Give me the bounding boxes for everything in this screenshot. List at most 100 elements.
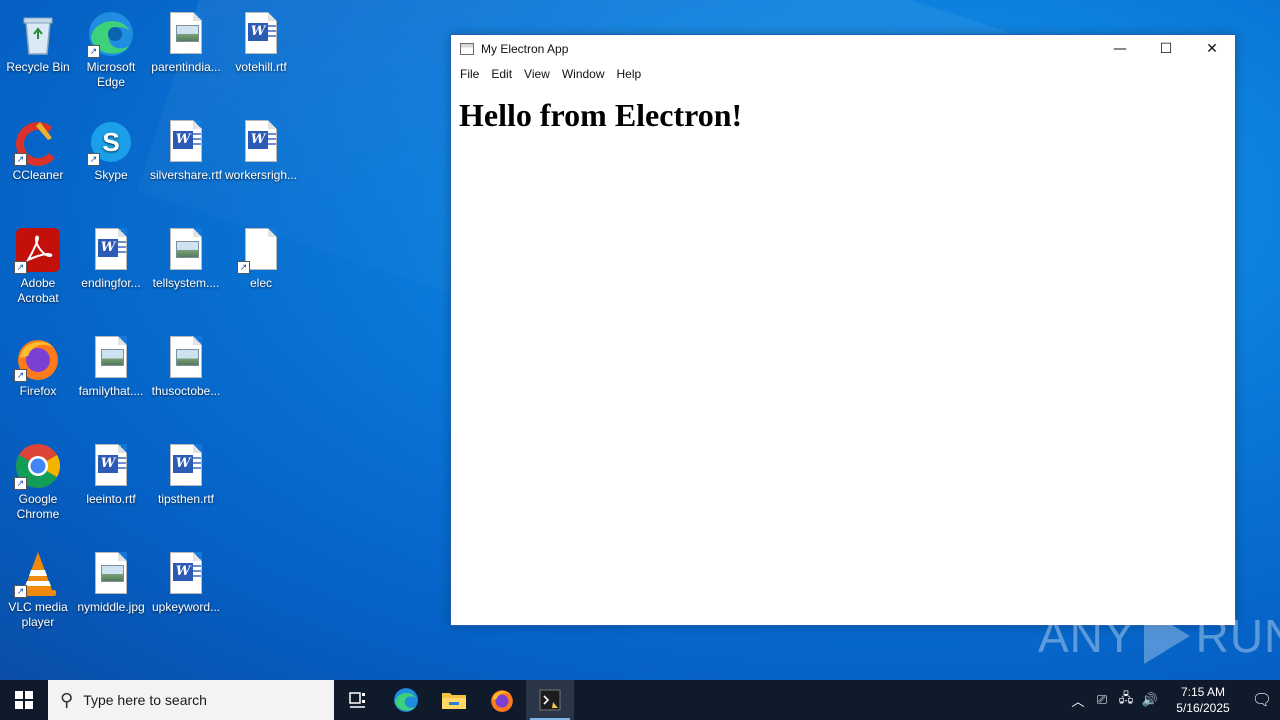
volume-icon[interactable]: 🔊: [1138, 692, 1162, 708]
shortcut-arrow-icon: ↗: [87, 153, 100, 166]
desktop-icon-label: workersrigh...: [224, 168, 298, 182]
menu-view[interactable]: View: [518, 63, 556, 85]
svg-text:S: S: [102, 127, 119, 157]
shortcut-arrow-icon: ↗: [14, 585, 27, 598]
shortcut-arrow-icon: ↗: [14, 477, 27, 490]
desktop-icon-file[interactable]: nymiddle.jpg: [73, 546, 149, 615]
maximize-button[interactable]: ☐: [1143, 35, 1189, 63]
window-title: My Electron App: [481, 42, 569, 56]
desktop-icon-elec[interactable]: ↗ elec: [223, 222, 299, 291]
desktop-icon-microsoft-edge[interactable]: ↗ Microsoft Edge: [73, 6, 149, 90]
window-content: Hello from Electron!: [451, 85, 1235, 146]
desktop-icon-label: tellsystem....: [152, 276, 220, 290]
image-file-icon: [87, 334, 135, 382]
app-window-icon: [460, 43, 474, 55]
desktop-icon-file[interactable]: W workersrigh...: [223, 114, 299, 183]
desktop-icon-adobe-acrobat[interactable]: ↗ Adobe Acrobat: [0, 222, 76, 306]
desktop-icon-file[interactable]: W votehill.rtf: [223, 6, 299, 75]
word-doc-icon: W: [162, 550, 210, 598]
desktop-icon-file[interactable]: W endingfor...: [73, 222, 149, 291]
chevron-up-icon[interactable]: ︿: [1066, 691, 1090, 710]
desktop-icon-google-chrome[interactable]: ↗ Google Chrome: [0, 438, 76, 522]
desktop-icon-ccleaner[interactable]: ↗ CCleaner: [0, 114, 76, 183]
search-icon: ⚲: [60, 689, 74, 710]
taskbar-search-box[interactable]: ⚲ Type here to search: [48, 680, 334, 720]
taskbar-firefox-button[interactable]: [478, 680, 526, 720]
desktop-icon-label: nymiddle.jpg: [77, 600, 145, 614]
word-doc-icon: W: [162, 118, 210, 166]
watermark-text-right: RUN: [1195, 610, 1280, 662]
taskbar-edge-button[interactable]: [382, 680, 430, 720]
desktop-icon-file[interactable]: thusoctobe...: [148, 330, 224, 399]
edge-icon: [394, 688, 418, 712]
close-button[interactable]: ✕: [1189, 35, 1235, 63]
desktop-icon-label: Microsoft Edge: [86, 60, 136, 89]
vlc-icon: ↗: [14, 550, 62, 598]
play-icon: [1143, 608, 1190, 664]
image-file-icon: [162, 10, 210, 58]
menu-window[interactable]: Window: [556, 63, 611, 85]
network-icon[interactable]: 🖧: [1114, 689, 1138, 711]
desktop-icon-label: elec: [249, 276, 272, 290]
desktop-icon-label: votehill.rtf: [235, 60, 287, 74]
desktop-icon-label: upkeyword...: [151, 600, 221, 614]
file-explorer-icon: [442, 693, 466, 709]
taskbar-file-explorer-button[interactable]: [430, 680, 478, 720]
menu-edit[interactable]: Edit: [485, 63, 518, 85]
desktop-icon-file[interactable]: tellsystem....: [148, 222, 224, 291]
taskbar-electron-app-button[interactable]: [526, 680, 574, 720]
desktop: Recycle Bin ↗ CCleaner ↗ Adobe Acrobat ↗…: [0, 0, 1280, 680]
shortcut-arrow-icon: ↗: [14, 261, 27, 274]
device-icon[interactable]: ⎚: [1090, 692, 1114, 708]
search-placeholder: Type here to search: [83, 692, 207, 708]
minimize-button[interactable]: —: [1097, 35, 1143, 63]
windows-logo-icon: [15, 691, 33, 709]
desktop-icon-vlc[interactable]: ↗ VLC media player: [0, 546, 76, 630]
clock-time: 7:15 AM: [1180, 685, 1226, 699]
desktop-icon-skype[interactable]: S ↗ Skype: [73, 114, 149, 183]
desktop-icon-label: parentindia...: [151, 60, 221, 74]
blank-file-icon: ↗: [237, 226, 285, 274]
desktop-icon-label: Firefox: [19, 384, 57, 398]
task-view-button[interactable]: [334, 680, 382, 720]
watermark-text-left: ANY: [1038, 610, 1136, 662]
menu-bar: File Edit View Window Help: [451, 63, 1235, 85]
shortcut-arrow-icon: ↗: [14, 369, 27, 382]
desktop-icon-label: Skype: [94, 168, 128, 182]
notification-icon[interactable]: 🗨: [1244, 690, 1280, 710]
menu-help[interactable]: Help: [611, 63, 648, 85]
electron-app-icon: [539, 689, 561, 711]
desktop-icon-label: silvershare.rtf: [149, 168, 223, 182]
window-titlebar[interactable]: My Electron App — ☐ ✕: [451, 35, 1235, 63]
desktop-icon-label: tipsthen.rtf: [157, 492, 215, 506]
menu-file[interactable]: File: [454, 63, 485, 85]
clock-date: 5/16/2025: [1176, 701, 1230, 715]
image-file-icon: [87, 550, 135, 598]
word-doc-icon: W: [87, 226, 135, 274]
desktop-icon-firefox[interactable]: ↗ Firefox: [0, 330, 76, 399]
ccleaner-icon: ↗: [14, 118, 62, 166]
desktop-icon-file[interactable]: parentindia...: [148, 6, 224, 75]
desktop-icon-file[interactable]: W silvershare.rtf: [148, 114, 224, 183]
desktop-icon-file[interactable]: W leeinto.rtf: [73, 438, 149, 507]
desktop-icon-label: Google Chrome: [16, 492, 60, 521]
system-tray: ︿ ⎚ 🖧 🔊 7:15 AM 5/16/2025 🗨: [1066, 680, 1280, 720]
word-doc-icon: W: [237, 118, 285, 166]
desktop-icon-file[interactable]: familythat....: [73, 330, 149, 399]
taskbar-clock[interactable]: 7:15 AM 5/16/2025: [1168, 684, 1238, 716]
desktop-icon-recycle-bin[interactable]: Recycle Bin: [0, 6, 76, 75]
desktop-icon-label: Adobe Acrobat: [17, 276, 59, 305]
shortcut-arrow-icon: ↗: [87, 45, 100, 58]
start-button[interactable]: [0, 680, 48, 720]
anyrun-watermark: ANY RUN: [1038, 608, 1280, 664]
electron-app-window[interactable]: My Electron App — ☐ ✕ File Edit View Win…: [450, 34, 1236, 626]
image-file-icon: [162, 226, 210, 274]
chrome-icon: ↗: [14, 442, 62, 490]
desktop-icon-label: Recycle Bin: [6, 60, 70, 74]
desktop-icon-label: thusoctobe...: [151, 384, 221, 398]
word-doc-icon: W: [237, 10, 285, 58]
desktop-icon-file[interactable]: W upkeyword...: [148, 546, 224, 615]
recycle-bin-icon: [14, 10, 62, 58]
desktop-icon-file[interactable]: W tipsthen.rtf: [148, 438, 224, 507]
word-doc-icon: W: [162, 442, 210, 490]
